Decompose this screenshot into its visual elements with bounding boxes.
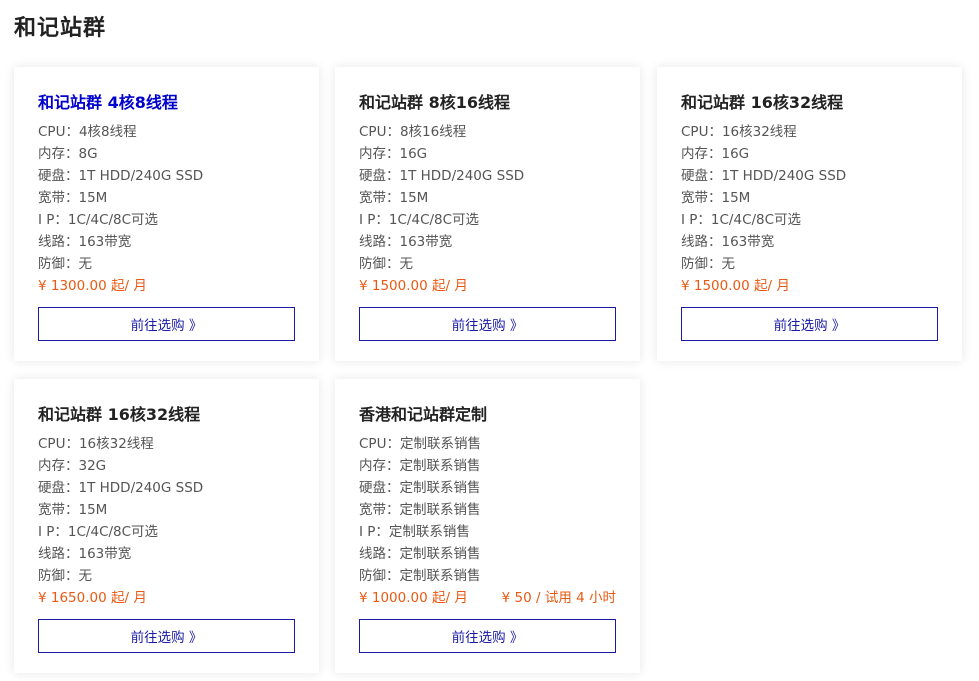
page-title: 和记站群 (14, 16, 107, 41)
spec-bandwidth: 宽带：15M (38, 190, 108, 206)
product-card: 和记站群 16核32线程 CPU：16核32线程 内存：16G 硬盘：1T HD… (657, 67, 962, 361)
spec-ip: I P：1C/4C/8C可选 (681, 212, 802, 228)
product-card: 和记站群 4核8线程 CPU：4核8线程 内存：8G 硬盘：1T HDD/240… (14, 67, 319, 361)
spec-memory: 内存：8G (38, 146, 98, 162)
spec-line: 线路：定制联系销售 (359, 546, 481, 562)
spec-bandwidth: 宽带：15M (38, 502, 108, 518)
spec-cpu: CPU：4核8线程 (38, 124, 137, 140)
spec-line: 线路：163带宽 (681, 234, 775, 250)
spec-memory: 内存：32G (38, 458, 107, 474)
buy-button[interactable]: 前往选购 》 (38, 619, 295, 653)
spec-line: 线路：163带宽 (38, 234, 132, 250)
buy-button[interactable]: 前往选购 》 (681, 307, 938, 341)
spec-disk: 硬盘：1T HDD/240G SSD (38, 168, 204, 184)
price: ¥ 1500.00 起/ 月 (359, 278, 468, 294)
card-title[interactable]: 和记站群 8核16线程 (359, 91, 616, 115)
price: ¥ 1300.00 起/ 月 (38, 278, 147, 294)
card-title[interactable]: 和记站群 16核32线程 (38, 403, 295, 427)
product-card: 和记站群 16核32线程 CPU：16核32线程 内存：32G 硬盘：1T HD… (14, 379, 319, 673)
spec-memory: 内存：16G (681, 146, 750, 162)
spec-memory: 内存：16G (359, 146, 428, 162)
spec-ip: I P：1C/4C/8C可选 (38, 212, 159, 228)
spec-disk: 硬盘：1T HDD/240G SSD (38, 480, 204, 496)
price: ¥ 1500.00 起/ 月 (681, 278, 790, 294)
card-title[interactable]: 香港和记站群定制 (359, 403, 616, 427)
price: ¥ 1000.00 起/ 月 (359, 590, 468, 606)
card-title[interactable]: 和记站群 16核32线程 (681, 91, 938, 115)
trial-price: ¥ 50 / 试用 4 小时 (501, 590, 616, 606)
price: ¥ 1650.00 起/ 月 (38, 590, 147, 606)
buy-button[interactable]: 前往选购 》 (359, 619, 616, 653)
spec-bandwidth: 宽带：定制联系销售 (359, 502, 481, 518)
buy-button[interactable]: 前往选购 》 (38, 307, 295, 341)
spec-defense: 防御：无 (359, 256, 413, 272)
spec-defense: 防御：无 (38, 256, 92, 272)
spec-cpu: CPU：16核32线程 (681, 124, 797, 140)
spec-defense: 防御：无 (38, 568, 92, 584)
spec-ip: I P：1C/4C/8C可选 (359, 212, 480, 228)
spec-disk: 硬盘：1T HDD/240G SSD (359, 168, 525, 184)
spec-ip: I P：1C/4C/8C可选 (38, 524, 159, 540)
buy-button[interactable]: 前往选购 》 (359, 307, 616, 341)
spec-disk: 硬盘：1T HDD/240G SSD (681, 168, 847, 184)
spec-line: 线路：163带宽 (38, 546, 132, 562)
spec-bandwidth: 宽带：15M (359, 190, 429, 206)
spec-defense: 防御：无 (681, 256, 735, 272)
spec-cpu: CPU：8核16线程 (359, 124, 467, 140)
spec-cpu: CPU：16核32线程 (38, 436, 154, 452)
spec-line: 线路：163带宽 (359, 234, 453, 250)
spec-bandwidth: 宽带：15M (681, 190, 751, 206)
spec-disk: 硬盘：定制联系销售 (359, 480, 481, 496)
product-card: 和记站群 8核16线程 CPU：8核16线程 内存：16G 硬盘：1T HDD/… (335, 67, 640, 361)
spec-cpu: CPU：定制联系销售 (359, 436, 481, 452)
product-card: 香港和记站群定制 CPU：定制联系销售 内存：定制联系销售 硬盘：定制联系销售 … (335, 379, 640, 673)
spec-ip: I P：定制联系销售 (359, 524, 470, 540)
spec-defense: 防御：定制联系销售 (359, 568, 481, 584)
spec-memory: 内存：定制联系销售 (359, 458, 481, 474)
card-title[interactable]: 和记站群 4核8线程 (38, 91, 295, 115)
